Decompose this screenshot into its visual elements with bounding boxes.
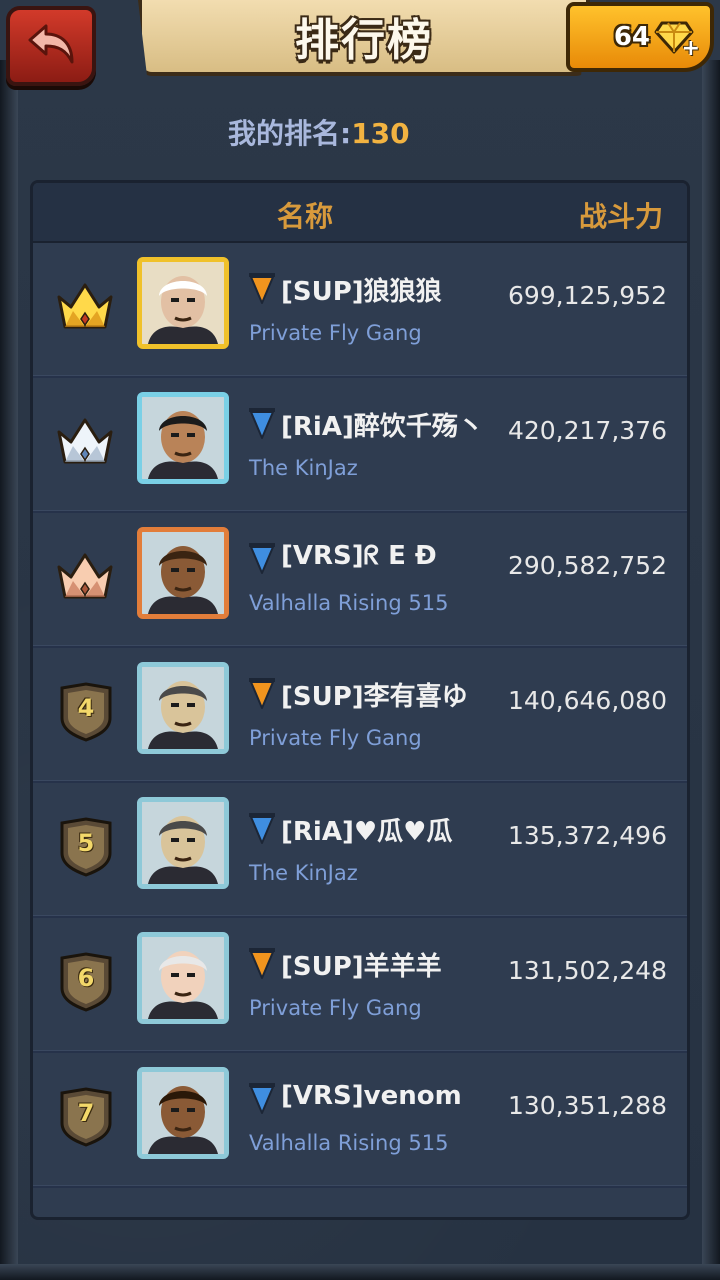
leaderboard-row[interactable]: 6 [SUP]羊羊羊 Private Fly Gang 131,502,248 bbox=[33, 918, 687, 1053]
plus-icon: + bbox=[681, 36, 700, 61]
rank-number: 4 bbox=[77, 694, 95, 722]
player-avatar[interactable] bbox=[137, 257, 229, 349]
leaderboard-row[interactable]: 7 [VRS]venom Valhalla Rising 515 130,351… bbox=[33, 1053, 687, 1188]
back-arrow-icon bbox=[26, 22, 76, 70]
guild-name: The KinJaz bbox=[249, 861, 358, 885]
bronze-crown-icon bbox=[53, 545, 117, 609]
battle-power: 290,582,752 bbox=[507, 551, 667, 580]
leaderboard-row[interactable]: [RiA]醉饮千殇丶 The KinJaz 420,217,376 bbox=[33, 378, 687, 513]
battle-power: 131,502,248 bbox=[507, 956, 667, 985]
title-plate: 排行榜 bbox=[138, 0, 590, 76]
leaderboard-panel[interactable]: 名称 战斗力 [SUP]狼狼狼 Private Fly Gang 699,125… bbox=[30, 180, 690, 1220]
stone-border-bottom bbox=[0, 1264, 720, 1280]
my-rank-label: 我的排名: bbox=[228, 117, 352, 150]
diamond-icon: + bbox=[654, 19, 700, 61]
player-avatar[interactable] bbox=[137, 527, 229, 619]
player-name: [SUP]狼狼狼 bbox=[281, 277, 442, 307]
guild-flag-icon bbox=[247, 406, 277, 440]
stone-border-left bbox=[0, 60, 18, 1270]
player-name: [SUP]羊羊羊 bbox=[281, 952, 442, 982]
page-title: 排行榜 bbox=[295, 15, 433, 66]
guild-flag-icon bbox=[247, 1081, 277, 1115]
guild-flag-icon bbox=[247, 541, 277, 575]
player-avatar[interactable] bbox=[137, 392, 229, 484]
guild-flag-icon bbox=[247, 676, 277, 710]
silver-crown-icon bbox=[53, 410, 117, 474]
guild-flag-icon bbox=[247, 271, 277, 305]
player-name: [VRS]venom bbox=[281, 1081, 462, 1111]
leaderboard-row[interactable]: 5 [RiA]♥瓜♥瓜 The KinJaz 135,372,496 bbox=[33, 783, 687, 918]
player-name: [VRS]ᖇ E Ð bbox=[281, 541, 437, 571]
battle-power: 135,372,496 bbox=[507, 821, 667, 850]
stone-border-right bbox=[702, 60, 720, 1270]
leaderboard-row[interactable]: 4 [SUP]李有喜ゆ Private Fly Gang 140,646,080 bbox=[33, 648, 687, 783]
column-header: 名称 战斗力 bbox=[33, 183, 687, 243]
battle-power: 130,351,288 bbox=[507, 1091, 667, 1120]
battle-power: 420,217,376 bbox=[507, 416, 667, 445]
back-button[interactable] bbox=[6, 6, 96, 86]
guild-name: Private Fly Gang bbox=[249, 726, 422, 750]
gold-crown-icon bbox=[53, 275, 117, 339]
guild-name: Valhalla Rising 515 bbox=[249, 1131, 449, 1155]
rank-number: 5 bbox=[77, 829, 95, 857]
my-rank-value: 130 bbox=[351, 117, 410, 150]
player-name: [RiA]♥瓜♥瓜 bbox=[281, 817, 453, 847]
column-power-header: 战斗力 bbox=[578, 200, 663, 233]
leaderboard-list: [SUP]狼狼狼 Private Fly Gang 699,125,952 [R… bbox=[33, 243, 687, 1188]
guild-name: Private Fly Gang bbox=[249, 996, 422, 1020]
player-name: [RiA]醉饮千殇丶 bbox=[281, 412, 484, 442]
rank-shield-icon: 4 bbox=[59, 682, 113, 742]
leaderboard-row[interactable]: [SUP]狼狼狼 Private Fly Gang 699,125,952 bbox=[33, 243, 687, 378]
leaderboard-row[interactable]: [VRS]ᖇ E Ð Valhalla Rising 515 290,582,7… bbox=[33, 513, 687, 648]
guild-name: Valhalla Rising 515 bbox=[249, 591, 449, 615]
guild-name: Private Fly Gang bbox=[249, 321, 422, 345]
player-avatar[interactable] bbox=[137, 932, 229, 1024]
battle-power: 140,646,080 bbox=[507, 686, 667, 715]
rank-shield-icon: 5 bbox=[59, 817, 113, 877]
gem-count: 64 bbox=[613, 22, 650, 52]
player-avatar[interactable] bbox=[137, 797, 229, 889]
column-name-header: 名称 bbox=[277, 200, 334, 233]
player-avatar[interactable] bbox=[137, 662, 229, 754]
rank-number: 6 bbox=[77, 964, 95, 992]
player-name: [SUP]李有喜ゆ bbox=[281, 682, 468, 712]
rank-shield-icon: 7 bbox=[59, 1087, 113, 1147]
rank-shield-icon: 6 bbox=[59, 952, 113, 1012]
rank-number: 7 bbox=[77, 1099, 95, 1127]
guild-flag-icon bbox=[247, 811, 277, 845]
player-avatar[interactable] bbox=[137, 1067, 229, 1159]
gem-counter-button[interactable]: 64 + bbox=[566, 2, 714, 72]
guild-name: The KinJaz bbox=[249, 456, 358, 480]
my-rank: 我的排名:130 bbox=[228, 112, 410, 152]
battle-power: 699,125,952 bbox=[507, 281, 667, 310]
guild-flag-icon bbox=[247, 946, 277, 980]
